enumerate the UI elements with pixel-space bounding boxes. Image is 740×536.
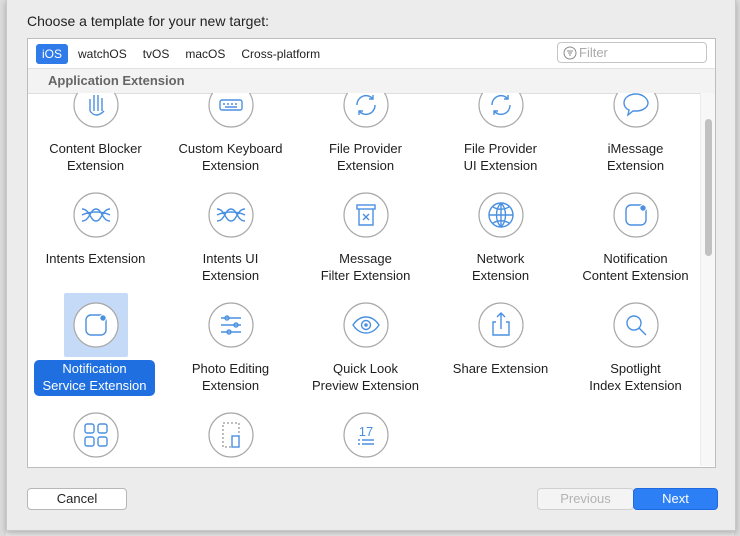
refresh-icon: [478, 93, 524, 128]
template-chooser-sheet: Choose a template for your new target: i…: [6, 0, 736, 531]
platform-tabs: iOS watchOS tvOS macOS Cross-platform: [36, 44, 326, 64]
template-icon-tile[interactable]: 17: [334, 403, 398, 466]
previous-button[interactable]: Previous: [537, 488, 634, 510]
template-item[interactable]: Notification Content Extension: [568, 183, 700, 288]
template-icon-tile[interactable]: [334, 293, 398, 357]
scrollbar-thumb[interactable]: [705, 119, 712, 256]
template-label: File Provider Extension: [329, 141, 402, 173]
filter-field[interactable]: [557, 42, 707, 63]
template-item[interactable]: [163, 403, 298, 466]
template-label: Quick Look Preview Extension: [312, 361, 419, 393]
template-icon-tile[interactable]: [64, 183, 128, 247]
template-item[interactable]: Intents Extension: [28, 183, 163, 288]
tab-watchos[interactable]: watchOS: [72, 44, 133, 64]
app-grid-icon: [73, 412, 119, 458]
filter-icon: [563, 46, 577, 60]
template-icon-tile[interactable]: [604, 293, 668, 357]
template-icon-tile[interactable]: [64, 293, 128, 357]
template-item[interactable]: Content Blocker Extension: [28, 93, 163, 178]
template-icon-tile[interactable]: [199, 183, 263, 247]
eye-icon: [343, 302, 389, 348]
tab-tvos[interactable]: tvOS: [137, 44, 176, 64]
filter-bin-icon: [343, 192, 389, 238]
calendar-icon: 17: [343, 412, 389, 458]
document-frame-icon: [208, 412, 254, 458]
template-item[interactable]: Quick Look Preview Extension: [298, 293, 433, 398]
svg-text:17: 17: [359, 424, 373, 439]
template-item[interactable]: [28, 403, 163, 466]
sliders-icon: [208, 302, 254, 348]
tab-macos[interactable]: macOS: [179, 44, 231, 64]
template-item[interactable]: File Provider UI Extension: [433, 93, 568, 178]
template-icon-tile[interactable]: [604, 93, 668, 137]
template-icon-tile[interactable]: [199, 93, 263, 137]
template-label: Message Filter Extension: [320, 251, 411, 283]
template-label: Custom Keyboard Extension: [178, 141, 283, 173]
template-icon-tile[interactable]: [334, 93, 398, 137]
tab-cross-platform[interactable]: Cross-platform: [235, 44, 326, 64]
cancel-button[interactable]: Cancel: [27, 488, 127, 510]
template-icon-tile[interactable]: [199, 293, 263, 357]
next-button[interactable]: Next: [633, 488, 718, 510]
template-item[interactable]: Notification Service Extension: [28, 293, 163, 398]
keyboard-icon: [208, 93, 254, 128]
template-label: Network Extension: [471, 251, 530, 283]
template-icon-tile[interactable]: [469, 293, 533, 357]
template-label: Photo Editing Extension: [191, 361, 270, 393]
refresh-icon: [343, 93, 389, 128]
template-item[interactable]: 17: [298, 403, 433, 466]
template-item[interactable]: Share Extension: [433, 293, 568, 398]
template-panel: iOS watchOS tvOS macOS Cross-platform Ap…: [27, 38, 716, 468]
template-item[interactable]: Custom Keyboard Extension: [163, 93, 298, 178]
template-item[interactable]: Message Filter Extension: [298, 183, 433, 288]
template-item[interactable]: iMessage Extension: [568, 93, 700, 178]
magnifier-icon: [613, 302, 659, 348]
globe-icon: [478, 192, 524, 238]
notification-icon: [613, 192, 659, 238]
section-title: Application Extension: [48, 73, 185, 88]
template-grid: Content Blocker Extension Custom Keyboard E…: [28, 93, 700, 466]
template-item[interactable]: File Provider Extension: [298, 93, 433, 178]
template-icon-tile[interactable]: [64, 403, 128, 466]
notification-icon: [73, 302, 119, 348]
template-icon-tile[interactable]: [64, 93, 128, 137]
template-icon-tile[interactable]: [469, 93, 533, 137]
template-icon-tile[interactable]: [604, 183, 668, 247]
filter-input[interactable]: [579, 44, 699, 60]
message-bubble-icon: [613, 93, 659, 128]
template-label: Share Extension: [452, 361, 549, 376]
section-header: Application Extension: [28, 68, 715, 94]
vertical-scrollbar[interactable]: [700, 93, 715, 466]
template-item[interactable]: Network Extension: [433, 183, 568, 288]
template-item[interactable]: Spotlight Index Extension: [568, 293, 700, 398]
dialog-title: Choose a template for your new target:: [27, 13, 270, 29]
template-label: Notification Content Extension: [582, 251, 689, 283]
share-icon: [478, 302, 524, 348]
template-label: Intents Extension: [45, 251, 146, 266]
template-icon-tile[interactable]: [469, 183, 533, 247]
template-item[interactable]: Intents UI Extension: [163, 183, 298, 288]
intents-icon: [208, 192, 254, 238]
template-icon-tile[interactable]: [199, 403, 263, 466]
template-label: Notification Service Extension: [34, 360, 155, 396]
template-label: Intents UI Extension: [201, 251, 260, 283]
hand-icon: [73, 93, 119, 128]
tab-ios[interactable]: iOS: [36, 44, 69, 64]
intents-icon: [73, 192, 119, 238]
template-item[interactable]: Photo Editing Extension: [163, 293, 298, 398]
template-label: iMessage Extension: [606, 141, 665, 173]
template-label: Content Blocker Extension: [49, 141, 142, 173]
template-label: File Provider UI Extension: [463, 141, 538, 173]
template-label: Spotlight Index Extension: [589, 361, 682, 393]
template-icon-tile[interactable]: [334, 183, 398, 247]
